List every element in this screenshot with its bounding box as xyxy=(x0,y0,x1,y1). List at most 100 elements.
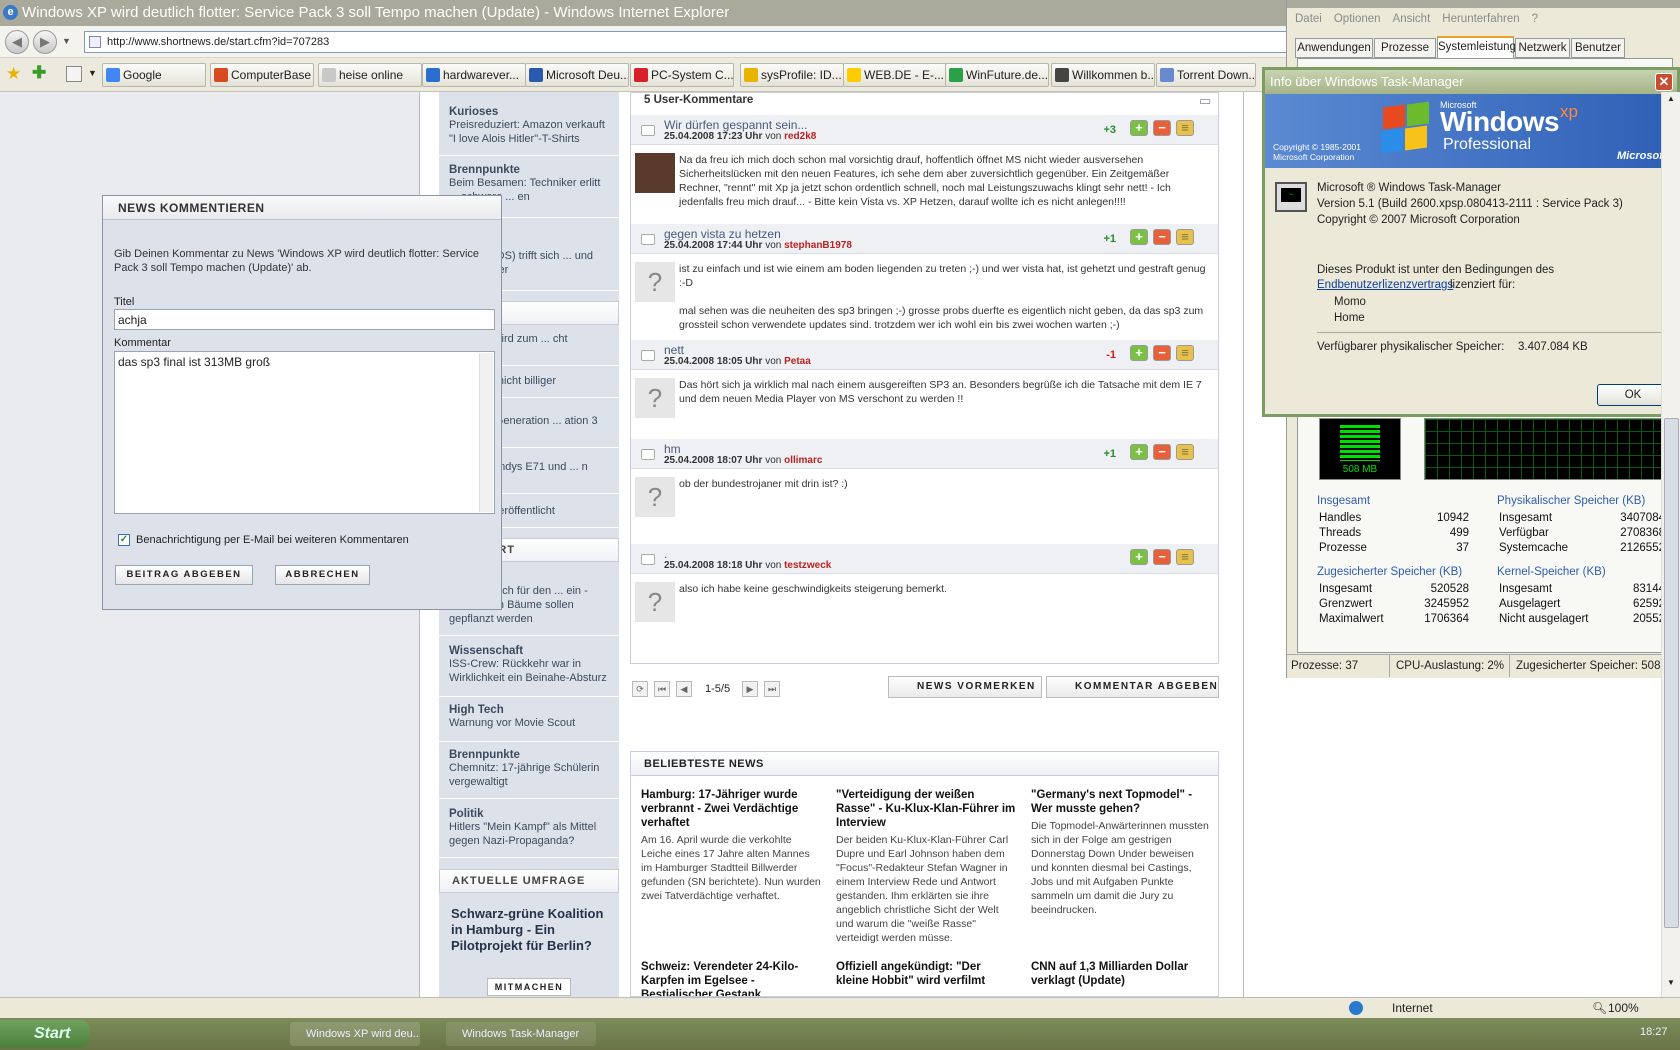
popular-news-item[interactable]: "Verteidigung der weißen Rasse" - Ku-Klu… xyxy=(836,788,1016,945)
tab-list-dropdown-icon[interactable]: ▼ xyxy=(88,68,97,78)
vote-up-icon[interactable]: + xyxy=(1130,549,1148,565)
comment-user[interactable]: red2k8 xyxy=(784,131,816,142)
sidebar-text: Chemnitz: 17-jährige Schülerin vergewalt… xyxy=(449,762,600,788)
refresh-icon[interactable]: ⟳ xyxy=(632,681,648,697)
tm-tab[interactable]: Prozesse xyxy=(1374,38,1436,58)
vote-up-icon[interactable]: + xyxy=(1130,229,1148,245)
submit-comment-button[interactable]: BEITRAG ABGEBEN xyxy=(115,565,253,585)
sidebar-news-item[interactable]: High Tech Warnung vor Movie Scout xyxy=(439,700,619,742)
vote-up-icon[interactable]: + xyxy=(1130,444,1148,460)
tm-tab[interactable]: Anwendungen xyxy=(1295,38,1373,58)
user-avatar[interactable]: ? xyxy=(635,262,675,302)
tm-menu-item[interactable]: Optionen xyxy=(1334,13,1381,25)
add-favorite-icon[interactable]: ✚ xyxy=(32,63,46,83)
user-avatar[interactable]: ? xyxy=(635,477,675,517)
favorite-tab[interactable]: hardwarever... xyxy=(422,63,526,87)
favorite-tab[interactable]: Google xyxy=(102,63,206,87)
user-avatar[interactable]: ? xyxy=(635,582,675,622)
report-icon[interactable]: ≡ xyxy=(1176,120,1194,136)
vote-down-icon[interactable]: − xyxy=(1153,444,1171,460)
favorite-tab[interactable]: ComputerBase xyxy=(210,63,314,87)
comment-user[interactable]: Petaa xyxy=(784,356,811,367)
poll-question[interactable]: Schwarz-grüne Koalition in Hamburg - Ein… xyxy=(451,906,616,954)
address-bar[interactable]: http://www.shortnews.de/start.cfm?id=707… xyxy=(84,31,1290,53)
vote-up-icon[interactable]: + xyxy=(1130,120,1148,136)
textarea-scrollbar[interactable] xyxy=(479,353,493,512)
favorite-tab[interactable]: Microsoft Deu... xyxy=(525,63,629,87)
comment-title[interactable]: Wir dürfen gespannt sein... xyxy=(664,118,807,132)
report-icon[interactable]: ≡ xyxy=(1176,444,1194,460)
vote-down-icon[interactable]: − xyxy=(1153,345,1171,361)
bookmark-news-button[interactable]: NEWS VORMERKEN xyxy=(888,676,1042,698)
sidebar-news-item[interactable]: Wissenschaft ISS-Crew: Rückkehr war in Wi… xyxy=(439,641,619,697)
cancel-button[interactable]: ABBRECHEN xyxy=(275,565,370,585)
favorite-tab[interactable]: Willkommen b... xyxy=(1051,63,1155,87)
tm-menu-item[interactable]: Datei xyxy=(1295,13,1322,25)
popular-news-item[interactable]: Offiziell angekündigt: "Der kleine Hobbi… xyxy=(836,960,1016,988)
tm-tab[interactable]: Benutzer xyxy=(1571,38,1625,58)
sidebar-news-item[interactable]: Kurioses Preisreduziert: Amazon verkauft … xyxy=(439,102,619,156)
tm-menu-item[interactable]: Ansicht xyxy=(1393,13,1431,25)
zoom-level[interactable]: 100% xyxy=(1608,998,1639,1018)
last-page-icon[interactable]: ⏭ xyxy=(764,681,780,697)
report-icon[interactable]: ≡ xyxy=(1176,345,1194,361)
favorite-tab[interactable]: heise online xyxy=(318,63,422,87)
report-icon[interactable]: ≡ xyxy=(1176,549,1194,565)
comment-title[interactable]: nett xyxy=(664,343,684,357)
favorites-star-icon[interactable]: ★ xyxy=(6,64,21,84)
favorite-tab[interactable]: PC-System C... xyxy=(630,63,734,87)
popular-news-item[interactable]: Hamburg: 17-Jähriger wurde verbrannt - Z… xyxy=(641,788,821,903)
poll-join-button[interactable]: MITMACHEN xyxy=(487,978,571,996)
start-button[interactable]: Start xyxy=(0,1020,90,1048)
notify-checkbox[interactable]: ✓ xyxy=(118,534,130,546)
favorite-tab[interactable]: sysProfile: ID... xyxy=(740,63,844,87)
taskbar-item-browser[interactable]: Windows XP wird deu... xyxy=(290,1022,420,1046)
back-button[interactable]: ◀ xyxy=(5,30,29,54)
tm-menu-item[interactable]: ? xyxy=(1532,13,1538,25)
scroll-down-icon[interactable]: ▼ xyxy=(1664,978,1678,992)
close-icon[interactable]: ✕ xyxy=(1655,73,1673,91)
user-avatar[interactable] xyxy=(635,153,675,193)
favorite-tab[interactable]: WinFuture.de... xyxy=(945,63,1049,87)
comment-title[interactable]: gegen vista zu hetzen xyxy=(664,227,781,241)
comment-user[interactable]: ollimarc xyxy=(784,455,822,466)
popular-news-item[interactable]: Schweiz: Verendeter 24-Kilo-Karpfen im E… xyxy=(641,960,821,996)
vote-up-icon[interactable]: + xyxy=(1130,345,1148,361)
report-icon[interactable]: ≡ xyxy=(1176,229,1194,245)
favorite-tab[interactable]: Torrent Down... xyxy=(1156,63,1256,87)
tm-menu-item[interactable]: Herunterfahren xyxy=(1442,13,1519,25)
forward-button[interactable]: ▶ xyxy=(33,30,57,54)
taskbar-item-taskmgr[interactable]: Windows Task-Manager xyxy=(446,1022,596,1046)
scrollbar-thumb[interactable] xyxy=(1664,418,1679,928)
prev-page-icon[interactable]: ◀ xyxy=(676,681,692,697)
scroll-up-icon[interactable]: ▲ xyxy=(1664,94,1678,108)
next-page-icon[interactable]: ▶ xyxy=(742,681,758,697)
zoom-icon[interactable]: 🔍︎ xyxy=(1592,998,1607,1018)
comment-title[interactable]: hm xyxy=(664,442,681,456)
tm-tab[interactable]: Netzwerk xyxy=(1515,38,1570,58)
comment-title[interactable]: . xyxy=(664,547,667,561)
user-avatar[interactable]: ? xyxy=(635,378,675,418)
tm-tab[interactable]: Systemleistung xyxy=(1437,36,1516,58)
vote-down-icon[interactable]: − xyxy=(1153,549,1171,565)
add-comment-button[interactable]: KOMMENTAR ABGEBEN xyxy=(1046,676,1219,698)
eula-link[interactable]: Endbenutzerlizenzvertrags xyxy=(1317,279,1453,291)
comment-bubble-icon xyxy=(641,125,655,136)
sidebar-news-item[interactable]: Politik Hitlers "Mein Kampf" als Mittel g… xyxy=(439,804,619,858)
popular-news-item[interactable]: "Germany's next Topmodel" - Wer musste g… xyxy=(1031,788,1211,917)
site-icon xyxy=(847,68,861,82)
first-page-icon[interactable]: ⏮ xyxy=(654,681,670,697)
page-scrollbar[interactable]: ▲ ▼ xyxy=(1661,92,1680,997)
favorite-tab[interactable]: WEB.DE - E-... xyxy=(843,63,947,87)
vote-down-icon[interactable]: − xyxy=(1153,120,1171,136)
title-input[interactable]: achja xyxy=(114,309,495,330)
history-dropdown-icon[interactable]: ▼ xyxy=(62,36,71,46)
sidebar-news-item[interactable]: Brennpunkte Chemnitz: 17-jährige Schüleri… xyxy=(439,745,619,799)
ok-button[interactable]: OK xyxy=(1597,384,1669,406)
vote-down-icon[interactable]: − xyxy=(1153,229,1171,245)
quick-tabs-icon[interactable] xyxy=(66,66,82,82)
comment-textarea[interactable]: das sp3 final ist 313MB groß xyxy=(114,351,495,514)
popular-news-item[interactable]: CNN auf 1,3 Milliarden Dollar verklagt (… xyxy=(1031,960,1211,988)
comment-user[interactable]: stephanB1978 xyxy=(784,240,852,251)
comment-user[interactable]: testzweck xyxy=(784,560,831,571)
